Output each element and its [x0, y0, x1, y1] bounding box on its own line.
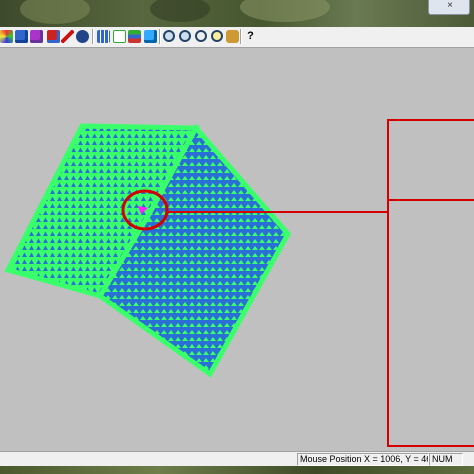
toolbar: ?	[0, 27, 474, 48]
print-icon[interactable]	[76, 30, 89, 43]
ym-icon[interactable]	[113, 30, 126, 43]
window-title-bar: ×	[0, 0, 474, 27]
desktop-background	[0, 466, 474, 474]
pan-icon[interactable]	[226, 30, 239, 43]
multicolor-icon[interactable]	[0, 30, 13, 43]
close-icon[interactable]: ×	[447, 0, 453, 11]
mesh-surface	[4, 123, 292, 378]
cube-purple-icon[interactable]	[30, 30, 43, 43]
num-lock-indicator: NUM	[429, 453, 463, 466]
help-icon[interactable]: ?	[244, 30, 257, 43]
zoom-in-icon[interactable]	[163, 30, 175, 42]
zoom-fit-icon[interactable]	[211, 30, 223, 42]
mouse-position-text: Mouse Position X = 1006, Y = 460	[297, 453, 429, 466]
3d-viewport[interactable]	[0, 48, 474, 451]
grid-icon[interactable]	[97, 30, 110, 43]
mesh-canvas[interactable]	[0, 48, 474, 451]
pen-icon[interactable]	[61, 30, 74, 43]
layers-icon[interactable]	[128, 30, 141, 43]
rotate-icon[interactable]	[195, 30, 207, 42]
cube-icon[interactable]	[15, 30, 28, 43]
zoom-out-icon[interactable]	[179, 30, 191, 42]
cube-blue-icon[interactable]	[144, 30, 157, 43]
cube-edit-icon[interactable]	[47, 30, 60, 43]
status-bar: Mouse Position X = 1006, Y = 460 NUM	[0, 451, 474, 466]
inset-panel	[387, 119, 474, 447]
close-button[interactable]: ×	[428, 0, 470, 15]
